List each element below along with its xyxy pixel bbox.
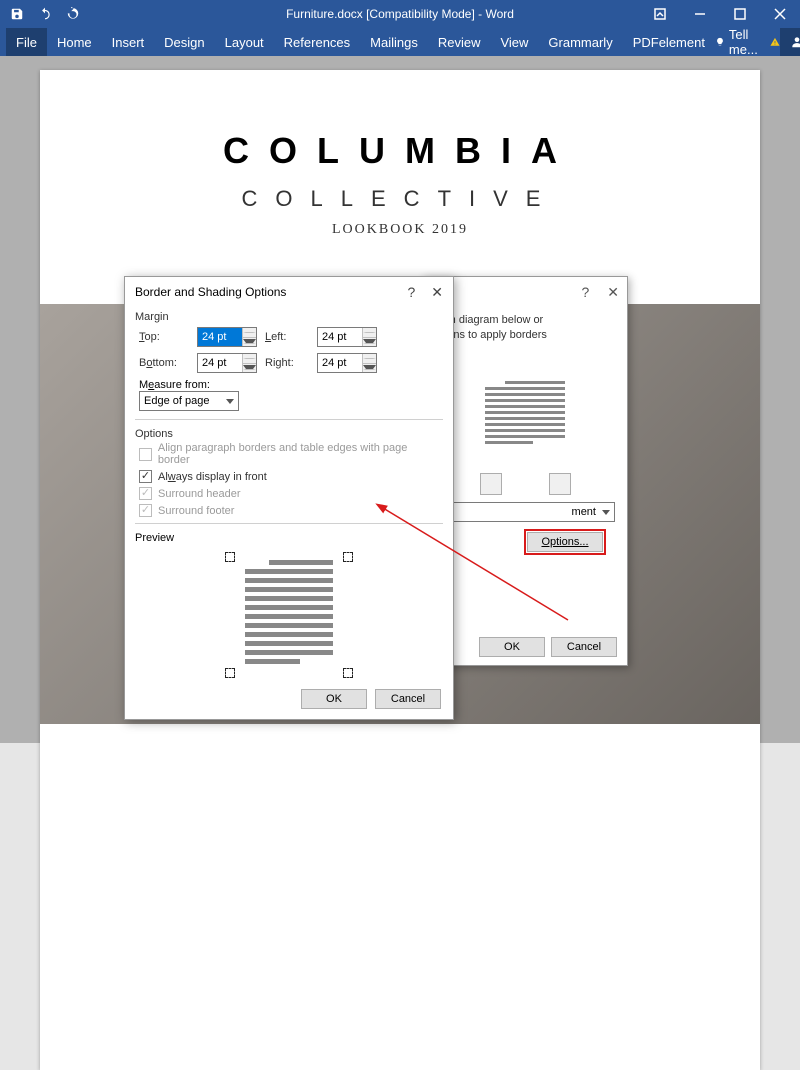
measure-from-label: Measure from: [139, 379, 439, 391]
border-right-toggle[interactable] [549, 473, 571, 495]
cancel-button[interactable]: Cancel [551, 637, 617, 657]
person-icon [790, 35, 800, 49]
spin-up[interactable] [363, 354, 376, 364]
tab-grammarly[interactable]: Grammarly [538, 28, 622, 56]
align-paragraph-checkbox: Align paragraph borders and table edges … [139, 440, 439, 468]
spin-up[interactable] [363, 328, 376, 338]
margin-group-label: Margin [125, 307, 453, 323]
tab-view[interactable]: View [490, 28, 538, 56]
share-button[interactable]: Share [780, 28, 800, 56]
margin-top-field[interactable]: 24 pt [197, 327, 257, 347]
margin-left-field[interactable]: 24 pt [317, 327, 377, 347]
close-button[interactable] [760, 0, 800, 28]
border-preview-diagram[interactable] [435, 348, 615, 498]
border-left-toggle[interactable] [480, 473, 502, 495]
tab-design[interactable]: Design [154, 28, 214, 56]
dialog-title: Border and Shading Options [135, 285, 286, 299]
doc-subtitle: LOOKBOOK 2019 [40, 222, 760, 238]
redo-icon [66, 7, 80, 21]
tab-mailings[interactable]: Mailings [360, 28, 428, 56]
close-button[interactable]: ✕ [431, 284, 443, 301]
doc-heading-2: COLLECTIVE [40, 186, 760, 212]
options-button[interactable]: Options... [527, 532, 603, 552]
preview-label: Preview [135, 532, 174, 544]
apply-to-combo[interactable]: ment [435, 502, 615, 522]
document-title-block: COLUMBIA COLLECTIVE LOOKBOOK 2019 [40, 70, 760, 238]
tab-home[interactable]: Home [47, 28, 102, 56]
top-label: Top: [139, 331, 189, 343]
quick-access-toolbar [0, 1, 86, 27]
spin-down[interactable] [243, 364, 256, 373]
help-button[interactable]: ? [581, 284, 589, 300]
ribbon-options-icon [654, 8, 666, 20]
measure-from-combo[interactable]: Edge of page [139, 391, 239, 411]
bottom-label: Bottom: [139, 357, 189, 369]
margin-right-field[interactable]: 24 pt [317, 353, 377, 373]
tab-pdfelement[interactable]: PDFelement [623, 28, 715, 56]
spin-down[interactable] [243, 338, 256, 347]
always-display-front-checkbox[interactable]: ✓Always display in front [139, 468, 439, 485]
doc-heading-1: COLUMBIA [40, 130, 760, 172]
preview-diagram [219, 550, 359, 680]
margin-bottom-field[interactable]: 24 pt [197, 353, 257, 373]
warning-icon [770, 35, 780, 49]
undo-button[interactable] [32, 1, 58, 27]
redo-button[interactable] [60, 1, 86, 27]
tell-me-label: Tell me... [729, 27, 766, 57]
spin-up[interactable] [243, 354, 256, 364]
spin-down[interactable] [363, 364, 376, 373]
options-group-label: Options [125, 424, 453, 440]
window-controls [640, 0, 800, 28]
tell-me[interactable]: Tell me... [715, 28, 780, 56]
minimize-button[interactable] [680, 0, 720, 28]
help-button[interactable]: ? [407, 284, 415, 301]
tab-review[interactable]: Review [428, 28, 491, 56]
save-icon [10, 7, 24, 21]
bulb-icon [715, 35, 725, 49]
ribbon-tabs: File Home Insert Design Layout Reference… [0, 28, 800, 56]
tab-file[interactable]: File [6, 28, 47, 56]
border-shading-options-dialog[interactable]: Border and Shading Options ? ✕ Margin To… [124, 276, 454, 720]
ribbon-display-button[interactable] [640, 0, 680, 28]
title-bar: Furniture.docx [Compatibility Mode] - Wo… [0, 0, 800, 28]
tab-references[interactable]: References [274, 28, 360, 56]
close-button[interactable]: ✕ [607, 284, 619, 301]
spin-up[interactable] [243, 328, 256, 338]
left-label: Left: [265, 331, 309, 343]
ok-button[interactable]: OK [301, 689, 367, 709]
spin-down[interactable] [363, 338, 376, 347]
child-dialog-titlebar: Border and Shading Options ? ✕ [125, 277, 453, 307]
minimize-icon [694, 8, 706, 20]
maximize-icon [734, 8, 746, 20]
undo-icon [38, 7, 52, 21]
right-label: Right: [265, 357, 309, 369]
close-icon [774, 8, 786, 20]
tab-layout[interactable]: Layout [215, 28, 274, 56]
cancel-button[interactable]: Cancel [375, 689, 441, 709]
surround-footer-checkbox: ✓Surround footer [139, 502, 439, 519]
surround-header-checkbox: ✓Surround header [139, 485, 439, 502]
tab-insert[interactable]: Insert [102, 28, 155, 56]
save-button[interactable] [4, 1, 30, 27]
ok-button[interactable]: OK [479, 637, 545, 657]
maximize-button[interactable] [720, 0, 760, 28]
